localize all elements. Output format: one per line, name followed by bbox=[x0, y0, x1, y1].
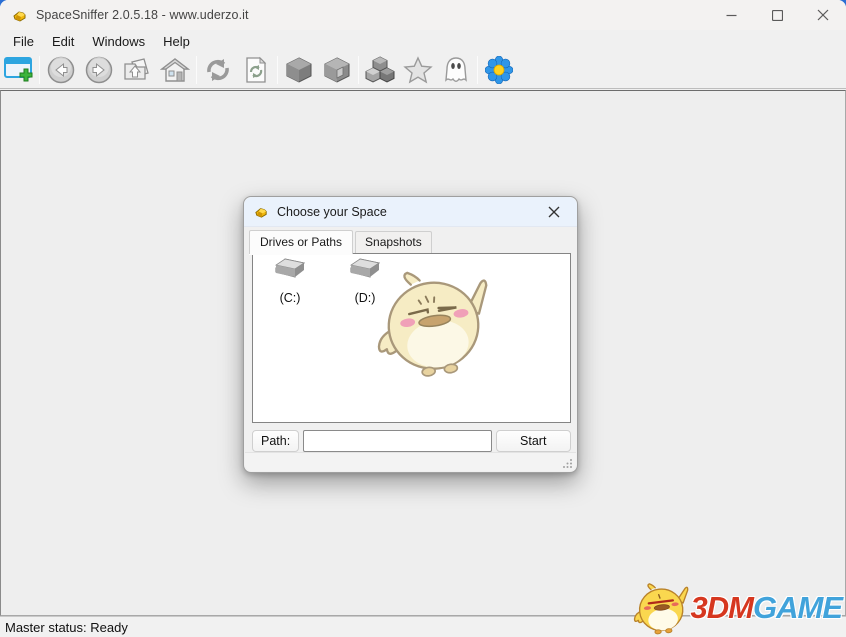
toolbar-separator bbox=[358, 56, 359, 84]
3dmgame-watermark: 3DMGAME bbox=[625, 581, 842, 635]
menu-windows[interactable]: Windows bbox=[83, 32, 154, 51]
spacesniffer-puzzle-icon bbox=[254, 204, 269, 219]
less-detail-button[interactable] bbox=[280, 54, 318, 86]
close-icon bbox=[817, 9, 829, 21]
minimize-icon bbox=[726, 10, 737, 21]
toolbar bbox=[0, 52, 846, 89]
go-up-button[interactable] bbox=[118, 54, 156, 86]
menu-bar: File Edit Windows Help bbox=[0, 30, 846, 52]
dialog-tabs: Drives or Paths Snapshots bbox=[249, 230, 432, 254]
arrow-left-circle-icon bbox=[47, 56, 75, 84]
unknown-space-button[interactable] bbox=[437, 54, 475, 86]
drive-label: (C:) bbox=[259, 291, 321, 305]
drive-list[interactable]: (C:) (D:) bbox=[252, 253, 571, 423]
path-input[interactable] bbox=[303, 430, 491, 452]
master-status-text: Master status: Ready bbox=[5, 620, 128, 635]
3dm-logo-text: 3DMGAME bbox=[691, 590, 842, 626]
ghost-icon bbox=[442, 56, 470, 84]
path-button[interactable]: Path: bbox=[252, 430, 299, 452]
free-space-button[interactable] bbox=[361, 54, 399, 86]
game-text: GAME bbox=[753, 590, 842, 625]
home-button[interactable] bbox=[156, 54, 194, 86]
cube-icon bbox=[285, 56, 313, 84]
close-button[interactable] bbox=[800, 0, 846, 30]
tab-drives-or-paths[interactable]: Drives or Paths bbox=[249, 230, 353, 254]
toolbar-separator bbox=[39, 56, 40, 84]
dialog-close-button[interactable] bbox=[541, 199, 567, 225]
refresh-button[interactable] bbox=[199, 54, 237, 86]
stacked-cubes-icon bbox=[365, 56, 395, 84]
dialog-footer bbox=[245, 452, 576, 471]
menu-edit[interactable]: Edit bbox=[43, 32, 83, 51]
flower-icon bbox=[485, 56, 513, 84]
arrow-right-circle-icon bbox=[85, 56, 113, 84]
dialog-path-row: Path: Start bbox=[252, 430, 571, 452]
home-icon bbox=[160, 56, 190, 84]
refresh-arrows-icon bbox=[203, 56, 233, 84]
choose-space-dialog: Choose your Space Drives or Paths Snapsh… bbox=[243, 196, 578, 473]
maximize-button[interactable] bbox=[754, 0, 800, 30]
maximize-icon bbox=[772, 10, 783, 21]
close-icon bbox=[548, 206, 560, 218]
menu-help[interactable]: Help bbox=[154, 32, 199, 51]
document-refresh-icon bbox=[244, 56, 268, 84]
forward-button[interactable] bbox=[80, 54, 118, 86]
window-controls bbox=[708, 0, 846, 30]
dialog-title-bar[interactable]: Choose your Space bbox=[244, 197, 577, 227]
configure-button[interactable] bbox=[480, 54, 518, 86]
chick-mascot-icon bbox=[625, 581, 697, 635]
spacesniffer-window: SpaceSniffer 2.0.5.18 - www.uderzo.it Fi… bbox=[0, 0, 846, 637]
more-detail-button[interactable] bbox=[318, 54, 356, 86]
resize-grip[interactable] bbox=[563, 458, 573, 468]
toolbar-separator bbox=[277, 56, 278, 84]
toolbar-separator bbox=[196, 56, 197, 84]
title-bar: SpaceSniffer 2.0.5.18 - www.uderzo.it bbox=[0, 0, 846, 30]
toolbar-separator bbox=[477, 56, 478, 84]
chick-mascot-watermark bbox=[363, 266, 503, 378]
new-view-button[interactable] bbox=[1, 54, 37, 86]
tab-snapshots[interactable]: Snapshots bbox=[355, 231, 432, 253]
drive-icon bbox=[271, 258, 309, 284]
filter-button[interactable] bbox=[399, 54, 437, 86]
window-title: SpaceSniffer 2.0.5.18 - www.uderzo.it bbox=[36, 8, 249, 22]
dialog-title: Choose your Space bbox=[277, 205, 387, 219]
spacesniffer-puzzle-icon bbox=[12, 7, 28, 23]
cube-open-icon bbox=[323, 56, 351, 84]
window-plus-icon bbox=[4, 57, 34, 83]
reload-file-button[interactable] bbox=[237, 54, 275, 86]
menu-file[interactable]: File bbox=[4, 32, 43, 51]
start-button[interactable]: Start bbox=[496, 430, 571, 452]
drive-item-c[interactable]: (C:) bbox=[259, 258, 321, 305]
back-button[interactable] bbox=[42, 54, 80, 86]
folder-up-icon bbox=[122, 56, 152, 84]
star-icon bbox=[403, 56, 433, 84]
3dm-text: 3DM bbox=[691, 590, 753, 625]
minimize-button[interactable] bbox=[708, 0, 754, 30]
